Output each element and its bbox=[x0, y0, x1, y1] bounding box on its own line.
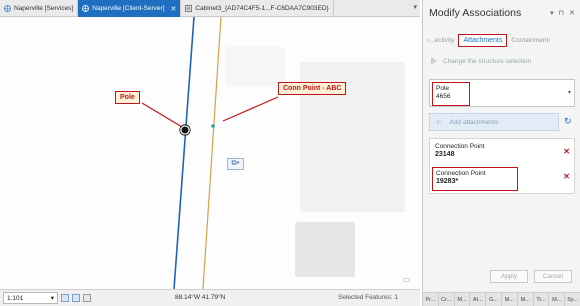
chevron-down-icon: ▾ bbox=[50, 295, 54, 302]
tab-attachments[interactable]: Attachments bbox=[458, 33, 508, 47]
attachment-id: 23148 bbox=[435, 151, 455, 158]
bottom-tab[interactable]: Tr... bbox=[534, 293, 550, 306]
panel-title: Modify Associations bbox=[429, 7, 522, 19]
scale-select[interactable]: 1:101 ▾ bbox=[3, 292, 58, 304]
chevron-right-icon[interactable]: › bbox=[548, 37, 550, 44]
conn-point-feature[interactable] bbox=[211, 124, 215, 128]
close-icon[interactable]: ✕ bbox=[569, 9, 575, 17]
bottom-tab[interactable]: M... bbox=[549, 293, 566, 306]
bottom-tab[interactable]: G... bbox=[486, 293, 502, 306]
bottom-tab-strip: Pr... Cr... M... At... G... M... M... Tr… bbox=[423, 292, 580, 306]
attachment-id: 19283* bbox=[436, 178, 459, 185]
map-canvas[interactable]: Pole Conn Point - ABC ⧉▾ ▭ bbox=[0, 17, 420, 289]
diagram-icon bbox=[185, 5, 193, 12]
chevron-down-icon: ▾ bbox=[567, 90, 571, 96]
delete-icon[interactable]: ✕ bbox=[563, 172, 570, 181]
pin-icon[interactable]: ⊓ bbox=[559, 9, 564, 17]
delete-icon[interactable]: ✕ bbox=[563, 147, 570, 156]
status-bar: 1:101 ▾ 88.14°W 41.79°N Selected Feature… bbox=[0, 289, 420, 306]
change-structure-selection[interactable]: Change the structure selection bbox=[431, 57, 531, 65]
scale-value: 1:101 bbox=[7, 294, 24, 302]
tab-naperville-services[interactable]: Naperville [Services] bbox=[0, 0, 79, 17]
chevron-down-icon[interactable]: ▾ bbox=[413, 3, 417, 11]
structure-selection-label: Change the structure selection bbox=[443, 57, 532, 65]
map-tab-bar: Naperville [Services] Naperville [Client… bbox=[0, 0, 420, 17]
bottom-tab[interactable]: M... bbox=[455, 293, 471, 306]
conn-point-callout: Conn Point - ABC bbox=[278, 82, 347, 95]
play-icon bbox=[431, 57, 437, 65]
map-icon bbox=[4, 5, 11, 12]
tab-cabinet3[interactable]: Cabinet3_{AD74C4F5-1...F-C6DAA7C903ED} bbox=[181, 0, 334, 17]
list-item[interactable]: Connection Point 19283* bbox=[432, 167, 518, 191]
pole-point-feature[interactable] bbox=[180, 125, 190, 135]
grid-icon[interactable] bbox=[61, 294, 69, 302]
structure-icon[interactable]: ⧉▾ bbox=[227, 158, 244, 170]
bottom-tab[interactable]: Cr... bbox=[439, 293, 455, 306]
tab-connectivity[interactable]: ...ectivity bbox=[429, 37, 454, 44]
conn-point-leader-line bbox=[222, 96, 279, 122]
list-item[interactable]: Connection Point 23148 bbox=[432, 141, 572, 165]
refresh-icon[interactable]: ↻ bbox=[564, 116, 572, 127]
tan-line-feature[interactable] bbox=[202, 17, 222, 289]
map-view: Naperville [Services] Naperville [Client… bbox=[0, 0, 420, 306]
structure-select[interactable]: Pole 4656 ▾ bbox=[429, 79, 575, 107]
attachment-type: Connection Point bbox=[436, 170, 486, 177]
selected-structure: Pole 4656 bbox=[432, 82, 470, 106]
structure-id: 4656 bbox=[436, 93, 451, 100]
close-icon[interactable]: ✕ bbox=[171, 5, 177, 13]
add-attachments-button[interactable]: ⊹ Add attachments bbox=[429, 113, 559, 131]
blue-line-feature[interactable] bbox=[173, 17, 195, 289]
tab-label: Naperville [Client-Server] bbox=[92, 5, 165, 12]
bottom-tab[interactable]: M... bbox=[518, 293, 534, 306]
bottom-tab[interactable]: At... bbox=[470, 293, 487, 306]
selected-features-count[interactable]: Selected Features: 1 bbox=[338, 294, 398, 301]
map-features bbox=[141, 17, 279, 289]
snap-icon[interactable] bbox=[72, 294, 80, 302]
bottom-tab[interactable]: Pr... bbox=[423, 293, 439, 306]
add-attachment-icon: ⊹ bbox=[436, 119, 442, 126]
tab-naperville-client-server[interactable]: Naperville [Client-Server] ✕ bbox=[78, 0, 182, 17]
bottom-tab[interactable]: Sy... bbox=[565, 293, 580, 306]
chat-icon[interactable]: ▭ bbox=[403, 275, 411, 284]
apply-button[interactable]: Apply bbox=[490, 270, 528, 283]
tab-label: Cabinet3_{AD74C4F5-1...F-C6DAA7C903ED} bbox=[195, 5, 329, 12]
tab-containment[interactable]: Containment bbox=[511, 37, 548, 44]
add-attachments-label: Add attachments bbox=[449, 118, 499, 126]
chevron-down-icon[interactable]: ▾ bbox=[550, 9, 554, 17]
modify-associations-pane: Modify Associations ▾ ⊓ ✕ ‹ ...ectivity … bbox=[422, 0, 580, 306]
coordinate-readout: 88.14°W 41.79°N bbox=[175, 294, 226, 301]
attachment-type: Connection Point bbox=[435, 143, 485, 150]
bottom-tab[interactable]: M... bbox=[502, 293, 518, 306]
cancel-button[interactable]: Cancel bbox=[534, 270, 572, 283]
panel-controls: ▾ ⊓ ✕ bbox=[550, 9, 575, 17]
attachments-list: Connection Point 23148 ✕ Connection Poin… bbox=[429, 138, 575, 194]
table-icon[interactable] bbox=[83, 294, 91, 302]
pole-leader-line bbox=[141, 102, 183, 128]
structure-type: Pole bbox=[436, 85, 450, 92]
map-icon bbox=[82, 5, 90, 12]
tab-label: Naperville [Services] bbox=[14, 5, 74, 12]
pole-callout: Pole bbox=[115, 91, 140, 104]
panel-tabs: ‹ ...ectivity Attachments Containment › bbox=[427, 32, 577, 48]
